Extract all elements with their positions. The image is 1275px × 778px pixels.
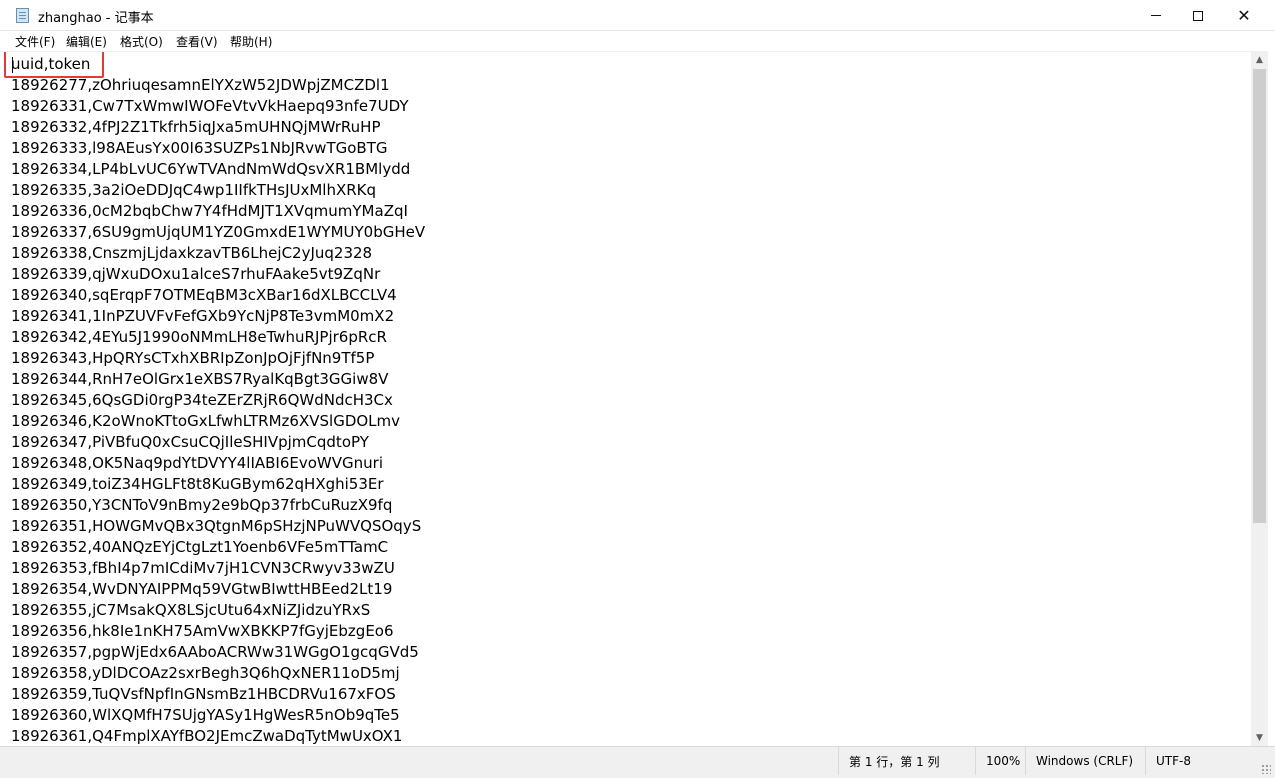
scroll-up-icon: ▲ [1256,54,1263,65]
text-line[interactable]: 18926352,40ANQzEYjCtgLzt1Yoenb6VFe5mTTam… [11,537,425,558]
text-line[interactable]: 18926351,HOWGMvQBx3QtgnM6pSHzjNPuWVQSOqy… [11,516,425,537]
text-line[interactable]: 18926331,Cw7TxWmwIWOFeVtvVkHaepq93nfe7UD… [11,96,425,117]
status-encoding: UTF-8 [1145,747,1275,775]
close-button[interactable]: ✕ [1221,0,1267,31]
vertical-scrollbar[interactable]: ▲ ▼ [1251,51,1268,746]
text-line[interactable]: 18926347,PiVBfuQ0xCsuCQjIleSHIVpjmCqdtoP… [11,432,425,453]
minimize-icon [1151,15,1161,16]
menu-bar: 文件(F) 编辑(E) 格式(O) 查看(V) 帮助(H) [0,31,1275,51]
menu-format[interactable]: 格式(O) [120,33,163,50]
menu-help[interactable]: 帮助(H) [230,33,272,50]
text-line[interactable]: 18926357,pgpWjEdx6AAboACRWw31WGgO1gcqGVd… [11,642,425,663]
text-line[interactable]: 18926340,sqErqpF7OTMEqBM3cXBar16dXLBCCLV… [11,285,425,306]
title-bar[interactable]: zhanghao - 记事本 ✕ [0,0,1275,31]
status-line-ending: Windows (CRLF) [1025,747,1145,775]
text-line[interactable]: 18926336,0cM2bqbChw7Y4fHdMJT1XVqmumYMaZq… [11,201,425,222]
text-line[interactable]: 18926360,WlXQMfH7SUjgYASy1HgWesR5nOb9qTe… [11,705,425,726]
scroll-down-icon: ▼ [1256,732,1263,743]
header-line[interactable]: uuid,token [11,54,425,75]
text-line[interactable]: 18926338,CnszmjLjdaxkzavTB6LhejC2yJuq232… [11,243,425,264]
text-line[interactable]: 18926337,6SU9gmUjqUM1YZ0GmxdE1WYMUY0bGHe… [11,222,425,243]
scrollbar-thumb[interactable] [1253,69,1266,523]
window-title: zhanghao - 记事本 [38,11,154,26]
menu-edit[interactable]: 编辑(E) [66,33,107,50]
status-bar: 第 1 行，第 1 列 100% Windows (CRLF) UTF-8 [0,746,1275,778]
text-line[interactable]: 18926332,4fPJ2Z1Tkfrh5iqJxa5mUHNQjMWrRuH… [11,117,425,138]
text-line[interactable]: 18926354,WvDNYAIPPMq59VGtwBIwttHBEed2Lt1… [11,579,425,600]
encoding-text: UTF-8 [1156,754,1191,768]
status-zoom: 100% [975,747,1025,775]
text-line[interactable]: 18926350,Y3CNToV9nBmy2e9bQp37frbCuRuzX9f… [11,495,425,516]
text-line[interactable]: 18926355,jC7MsakQX8LSjcUtu64xNiZJidzuYRx… [11,600,425,621]
text-line[interactable]: 18926356,hk8Ie1nKH75AmVwXBKKP7fGyjEbzgEo… [11,621,425,642]
minimize-button[interactable] [1133,0,1179,31]
window-edge [1268,31,1275,778]
menu-file[interactable]: 文件(F) [15,33,55,50]
editor-lines[interactable]: uuid,token 18926277,zOhriuqesamnElYXzW52J… [11,54,425,746]
text-line[interactable]: 18926361,Q4FmplXAYfBO2JEmcZwaDqTytMwUxOX… [11,726,425,746]
text-line[interactable]: 18926348,OK5Naq9pdYtDVYY4lIABI6EvoWVGnur… [11,453,425,474]
notepad-icon [16,8,29,23]
scroll-up-button[interactable]: ▲ [1251,51,1268,68]
text-line[interactable]: 18926359,TuQVsfNpfInGNsmBz1HBCDRVu167xFO… [11,684,425,705]
close-icon: ✕ [1237,5,1251,25]
text-line[interactable]: 18926341,1InPZUVFvFefGXb9YcNjP8Te3vmM0mX… [11,306,425,327]
text-line[interactable]: 18926277,zOhriuqesamnElYXzW52JDWpjZMCZDl… [11,75,425,96]
text-line[interactable]: 18926334,LP4bLvUC6YwTVAndNmWdQsvXR1BMlyd… [11,159,425,180]
text-line[interactable]: 18926358,yDlDCOAz2sxrBegh3Q6hQxNER11oD5m… [11,663,425,684]
zoom-text: 100% [986,754,1021,768]
text-line[interactable]: 18926353,fBhI4p7mICdiMv7jH1CVN3CRwyv33wZ… [11,558,425,579]
text-line[interactable]: 18926335,3a2iOeDDJqC4wp1IIfkTHsJUxMlhXRK… [11,180,425,201]
text-line[interactable]: 18926345,6QsGDi0rgP34teZErZRjR6QWdNdcH3C… [11,390,425,411]
text-line[interactable]: 18926344,RnH7eOlGrx1eXBS7RyalKqBgt3GGiw8… [11,369,425,390]
resize-grip-icon[interactable] [1261,764,1271,774]
text-line[interactable]: 18926349,toiZ34HGLFt8t8KuGBym62qHXghi53E… [11,474,425,495]
line-ending-text: Windows (CRLF) [1036,754,1134,768]
text-line[interactable]: 18926343,HpQRYsCTxhXBRIpZonJpOjFjfNn9Tf5… [11,348,425,369]
status-cursor-position: 第 1 行，第 1 列 [838,747,975,775]
maximize-button[interactable] [1175,0,1221,31]
menu-view[interactable]: 查看(V) [176,33,218,50]
cursor-position-text: 第 1 行，第 1 列 [849,754,940,769]
notepad-window: zhanghao - 记事本 ✕ 文件(F) 编辑(E) 格式(O) 查看(V)… [0,0,1275,778]
text-line[interactable]: 18926333,l98AEusYx00I63SUZPs1NbJRvwTGoBT… [11,138,425,159]
text-editor[interactable]: uuid,token 18926277,zOhriuqesamnElYXzW52J… [0,51,1251,746]
text-line[interactable]: 18926339,qjWxuDOxu1alceS7rhuFAake5vt9ZqN… [11,264,425,285]
scroll-down-button[interactable]: ▼ [1251,729,1268,746]
text-line[interactable]: 18926342,4EYu5J1990oNMmLH8eTwhuRJPjr6pRc… [11,327,425,348]
text-line[interactable]: 18926346,K2oWnoKTtoGxLfwhLTRMz6XVSlGDOLm… [11,411,425,432]
text-caret [12,57,13,73]
maximize-icon [1193,10,1203,21]
